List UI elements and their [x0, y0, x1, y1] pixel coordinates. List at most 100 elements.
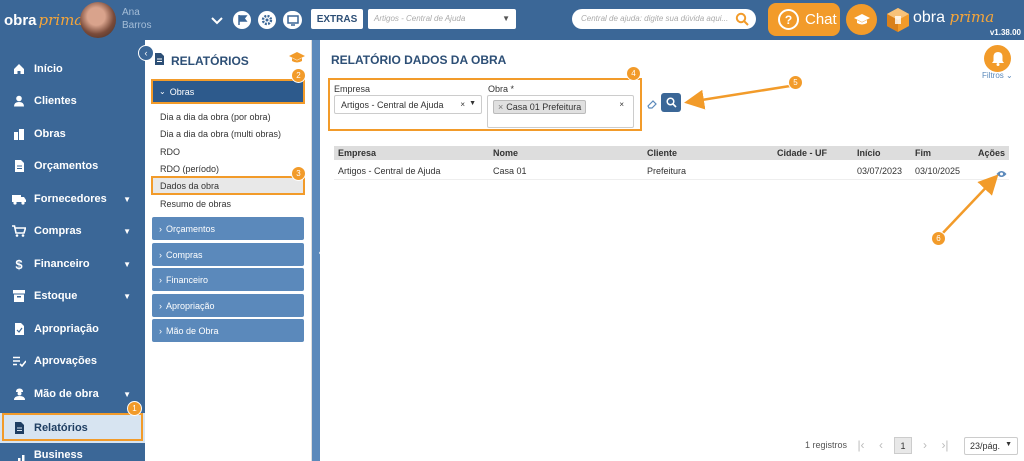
chevron-down-icon: ▼	[502, 14, 510, 23]
report-link-dia-a-dia-por-obra[interactable]: Dia a dia da obra (por obra)	[152, 108, 304, 125]
filters-toggle[interactable]: Filtros ⌄	[982, 71, 1013, 80]
dollar-icon: $	[15, 256, 23, 272]
column-header-cliente[interactable]: Cliente	[647, 148, 677, 158]
user-icon	[12, 95, 26, 107]
obra-label: Obra *	[488, 84, 515, 94]
first-page-icon[interactable]: |‹	[853, 437, 869, 453]
chevron-right-icon: ›	[159, 300, 162, 311]
column-header-fim[interactable]: Fim	[915, 148, 931, 158]
sidebar-item-inicio[interactable]: Início	[0, 54, 145, 84]
accordion-compras[interactable]: › Compras	[152, 243, 304, 266]
column-header-cidade-uf[interactable]: Cidade - UF	[777, 148, 827, 158]
sidebar-item-mao-de-obra[interactable]: Mão de obra ▼	[0, 379, 145, 409]
current-page-button[interactable]: 1	[894, 437, 912, 454]
chevron-down-icon: ⌄	[1006, 71, 1013, 80]
question-icon: ?	[778, 9, 799, 30]
column-header-acoes: Ações	[978, 148, 1006, 158]
report-link-dia-a-dia-multi-obras[interactable]: Dia a dia da obra (multi obras)	[152, 125, 304, 142]
accordion-orcamentos[interactable]: › Orçamentos	[152, 217, 304, 240]
file-icon	[12, 323, 26, 335]
graduation-cap-button[interactable]	[846, 4, 877, 35]
sidebar-item-relatorios[interactable]: Relatórios	[0, 413, 145, 443]
chat-button[interactable]: ? Chat	[768, 3, 840, 36]
chevron-right-icon: ›	[159, 249, 162, 260]
chevron-down-icon[interactable]	[208, 11, 226, 29]
sidebar-collapse-button[interactable]: ‹	[138, 45, 154, 61]
step-badge-2: 2	[291, 68, 306, 83]
accordion-mao-de-obra[interactable]: › Mão de Obra	[152, 319, 304, 342]
empresa-label: Empresa	[334, 84, 371, 94]
chevron-left-icon: ‹	[144, 48, 148, 58]
obra-select[interactable]: × Casa 01 Prefeitura ×	[487, 95, 634, 128]
last-page-icon[interactable]: ›|	[937, 437, 953, 453]
cell-inicio: 03/07/2023	[857, 166, 903, 176]
document-icon	[155, 53, 165, 68]
extras-button[interactable]: EXTRAS	[311, 9, 363, 29]
chevron-right-icon: ›	[159, 274, 162, 285]
sidebar-item-clientes[interactable]: Clientes	[0, 86, 145, 116]
sidebar-item-financeiro[interactable]: $ Financeiro ▼	[0, 249, 145, 279]
main-content: RELATÓRIO DADOS DA OBRA Filtros ⌄ Empres…	[320, 40, 1024, 461]
gear-icon[interactable]	[258, 11, 276, 29]
box-icon	[12, 290, 26, 302]
graduation-cap-icon[interactable]	[289, 52, 305, 68]
notifications-button[interactable]	[984, 45, 1011, 72]
record-count: 1 registros	[805, 440, 848, 450]
chevron-down-icon: ⌄	[159, 87, 166, 96]
report-link-dados-da-obra[interactable]: Dados da obra	[152, 177, 304, 194]
prev-page-icon[interactable]: ‹	[873, 437, 889, 453]
cell-cliente: Prefeitura	[647, 166, 687, 176]
accordion-obras[interactable]: ⌄ Obras	[152, 80, 304, 103]
report-link-rdo[interactable]: RDO	[152, 143, 304, 160]
company-select[interactable]: Artigos - Central de Ajuda ▼	[368, 9, 516, 29]
accordion-apropriacao[interactable]: › Apropriação	[152, 294, 304, 317]
worker-icon	[12, 388, 26, 400]
page-title: RELATÓRIO DADOS DA OBRA	[331, 53, 507, 67]
chevron-down-icon: ▼	[123, 226, 131, 236]
step-badge-3: 3	[291, 166, 306, 181]
sidebar-item-orcamentos[interactable]: Orçamentos	[0, 151, 145, 181]
sidebar-item-aprovacoes[interactable]: Aprovações	[0, 346, 145, 376]
display-icon[interactable]	[284, 11, 302, 29]
step-badge-1: 1	[127, 401, 142, 416]
search-icon[interactable]	[735, 12, 749, 28]
accordion-financeiro[interactable]: › Financeiro	[152, 268, 304, 291]
sidebar-item-fornecedores[interactable]: Fornecedores ▼	[0, 184, 145, 214]
step-badge-4: 4	[626, 66, 641, 81]
avatar[interactable]	[80, 2, 116, 38]
column-header-nome[interactable]: Nome	[493, 148, 518, 158]
sidebar-item-compras[interactable]: Compras ▼	[0, 216, 145, 246]
search-button[interactable]	[661, 93, 681, 112]
flag-icon[interactable]	[233, 11, 251, 29]
top-bar: obra prima Ana Barros EXTRAS Artigos - Ce…	[0, 0, 1024, 40]
chevron-right-icon: ›	[159, 223, 162, 234]
obra-tag: × Casa 01 Prefeitura	[493, 100, 587, 114]
column-header-empresa[interactable]: Empresa	[338, 148, 376, 158]
report-link-rdo-periodo[interactable]: RDO (período)	[152, 160, 304, 177]
sidebar-item-estoque[interactable]: Estoque ▼	[0, 281, 145, 311]
chevron-down-icon: ▼	[123, 291, 131, 301]
clear-icon[interactable]: ×	[619, 100, 624, 109]
eraser-icon[interactable]	[647, 98, 657, 112]
step-badge-5: 5	[788, 75, 803, 90]
next-page-icon[interactable]: ›	[917, 437, 933, 453]
clear-icon[interactable]: ×	[460, 100, 465, 109]
sidebar-item-apropriacao[interactable]: Apropriação	[0, 314, 145, 344]
report-icon	[12, 422, 26, 434]
logo[interactable]: obra prima	[4, 6, 83, 34]
sidebar-item-obras[interactable]: Obras	[0, 119, 145, 149]
bell-icon	[991, 52, 1004, 66]
sidebar: Início Clientes Obras Orçamentos Fornece…	[0, 40, 145, 461]
help-search-input[interactable]: Central de ajuda: digite sua dúvida aqui…	[572, 9, 756, 29]
report-link-resumo-de-obras[interactable]: Resumo de obras	[152, 195, 304, 212]
empresa-select[interactable]: Artigos - Central de Ajuda × ▼	[334, 95, 482, 114]
remove-tag-icon[interactable]: ×	[498, 102, 503, 112]
panel-title: RELATÓRIOS	[155, 53, 249, 68]
home-icon	[12, 63, 26, 75]
sidebar-item-business-intelligence[interactable]: Business Intelligence	[0, 446, 145, 461]
cell-nome: Casa 01	[493, 166, 527, 176]
document-icon	[12, 160, 26, 172]
chevron-right-icon: ›	[159, 325, 162, 336]
column-header-inicio[interactable]: Início	[857, 148, 881, 158]
page-size-select[interactable]: 23/pág. ▼	[964, 437, 1018, 455]
